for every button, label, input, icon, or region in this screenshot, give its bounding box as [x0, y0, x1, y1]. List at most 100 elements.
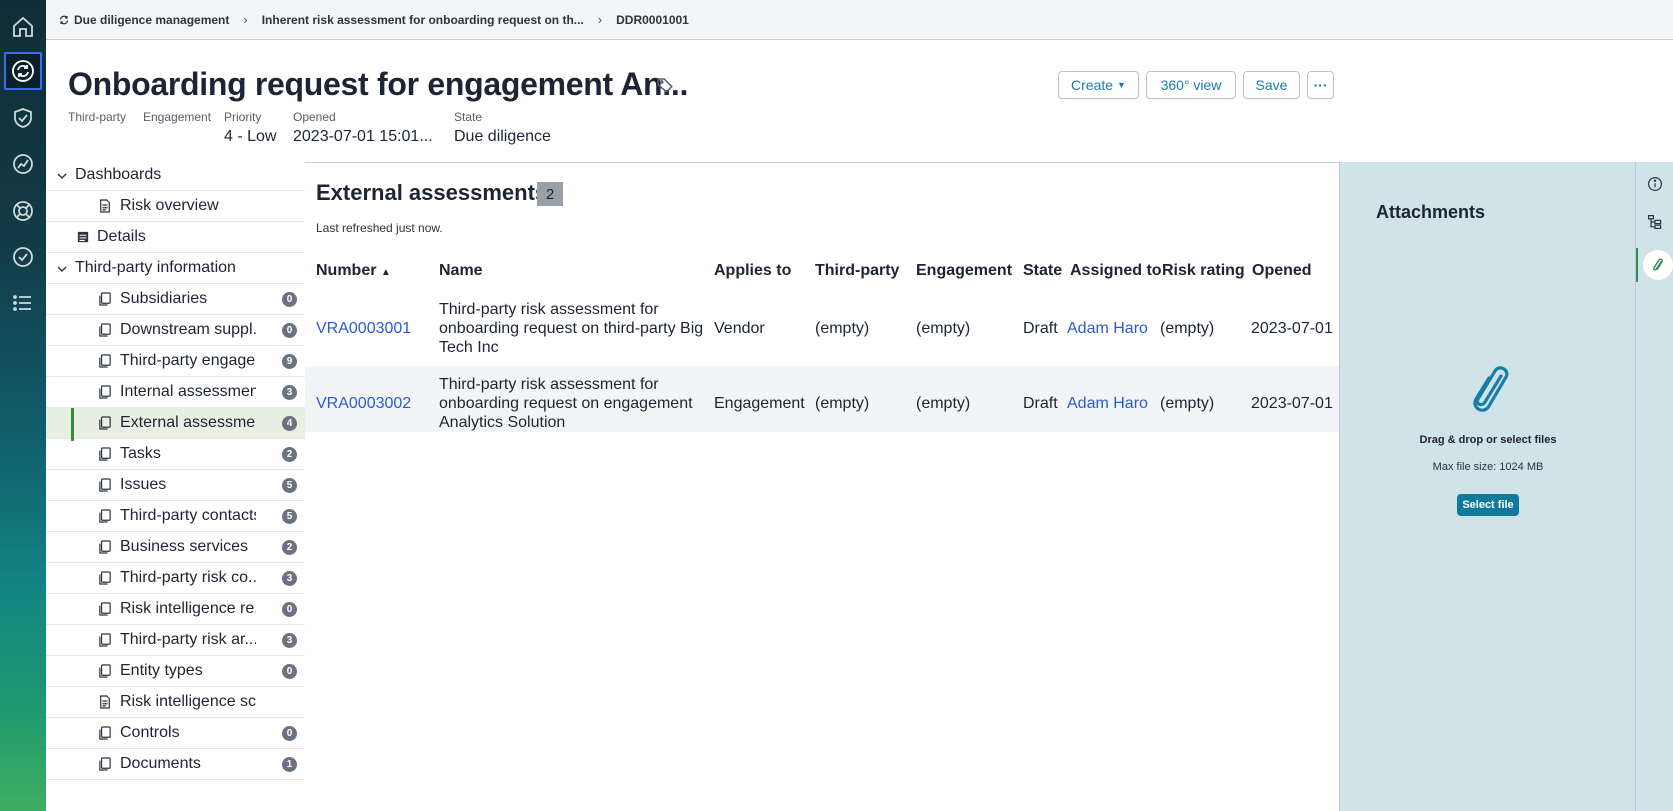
related-list-nav: Dashboards Risk overview Details Third-part… [46, 160, 305, 811]
third-party-value: (empty) [815, 320, 870, 337]
chevron-down-icon[interactable] [56, 262, 68, 274]
left-rail [0, 0, 46, 811]
tag-icon[interactable] [656, 76, 674, 94]
save-button[interactable]: Save [1243, 71, 1300, 99]
column-header-assigned-to[interactable]: Assigned to [1070, 262, 1162, 280]
engagement-value: (empty) [916, 395, 971, 412]
analytics-icon[interactable] [4, 145, 42, 183]
count-badge: 5 [282, 508, 297, 524]
column-header-third-party[interactable]: Third-party [815, 262, 899, 280]
opened-value: 2023-07-01 [1251, 320, 1333, 337]
nav-item-issues[interactable]: Issues 5 [46, 470, 305, 501]
column-header-number[interactable]: Number ▲ [316, 262, 391, 280]
column-header-applies-to[interactable]: Applies to [714, 262, 791, 280]
attachments-tab[interactable] [1636, 248, 1673, 282]
nav-item-third-party-engage[interactable]: Third-party engage... 9 [46, 346, 305, 377]
nav-item-downstream-suppl[interactable]: Downstream suppl... 0 [46, 315, 305, 346]
more-actions-button[interactable]: ··· [1307, 71, 1334, 99]
nav-item-label: Issues [120, 476, 167, 493]
drag-drop-text: Drag & drop or select files [1419, 434, 1557, 446]
applies-to-value: Engagement [714, 395, 805, 412]
count-badge: 5 [282, 477, 297, 493]
nav-item-subsidiaries[interactable]: Subsidiaries 0 [46, 284, 305, 315]
nav-item-third-party-information[interactable]: Third-party information [46, 253, 305, 284]
shield-check-icon[interactable] [4, 99, 42, 137]
nav-item-label: External assessme... [120, 414, 256, 431]
breadcrumb-item-inherent-risk[interactable]: Inherent risk assessment for onboarding … [262, 13, 584, 27]
nav-item-risk-intelligence-scores[interactable]: Risk intelligence scores [46, 687, 305, 718]
nav-item-business-services[interactable]: Business services 2 [46, 532, 305, 563]
section-count-badge: 2 [537, 182, 563, 206]
chevron-down-icon[interactable] [56, 169, 68, 181]
nav-item-label: Documents [120, 755, 201, 772]
nav-item-third-party-contacts[interactable]: Third-party contacts 5 [46, 501, 305, 532]
nav-item-risk-overview[interactable]: Risk overview [46, 191, 305, 222]
nav-item-details[interactable]: Details [46, 222, 305, 253]
list-icon[interactable] [4, 284, 42, 322]
nav-item-entity-types[interactable]: Entity types 0 [46, 656, 305, 687]
table-row[interactable]: VRA0003002 Third-party risk assessment f… [305, 366, 1339, 432]
column-header-opened[interactable]: Opened [1252, 262, 1312, 280]
record-number-link[interactable]: VRA0003002 [316, 395, 411, 413]
document-icon [99, 602, 113, 618]
nav-item-third-party-risk-co[interactable]: Third-party risk co... 3 [46, 563, 305, 594]
breadcrumb-label[interactable]: Inherent risk assessment for onboarding … [262, 13, 584, 27]
home-icon[interactable] [4, 8, 42, 46]
sync-icon [59, 15, 69, 24]
divider [305, 162, 1339, 163]
count-badge: 2 [282, 446, 297, 462]
select-file-button[interactable]: Select file [1457, 494, 1519, 516]
nav-item-label: Risk intelligence scores [120, 693, 256, 710]
check-circle-icon[interactable] [4, 238, 42, 276]
document-icon [99, 447, 113, 463]
nav-item-controls[interactable]: Controls 0 [46, 718, 305, 749]
document-icon [99, 571, 113, 587]
nav-item-documents[interactable]: Documents 1 [46, 749, 305, 780]
nav-item-label: Internal assessments [120, 383, 256, 400]
risk-rating-value: (empty) [1160, 395, 1215, 412]
state-value: Draft [1023, 320, 1058, 337]
nav-item-internal-assessments[interactable]: Internal assessments 3 [46, 377, 305, 408]
document-icon [99, 416, 113, 432]
document-icon [99, 726, 113, 742]
count-badge: 1 [282, 756, 297, 772]
hierarchy-icon[interactable] [1645, 212, 1665, 232]
support-icon[interactable] [4, 192, 42, 230]
engagement-value: (empty) [916, 320, 971, 337]
breadcrumb-item-due-diligence[interactable]: Due diligence management [58, 13, 229, 27]
column-header-name[interactable]: Name [439, 262, 483, 280]
assigned-to-link[interactable]: Adam Haro [1067, 395, 1148, 413]
create-button[interactable]: Create ▼ [1058, 71, 1139, 99]
nav-item-label: Risk overview [120, 197, 219, 214]
meta-label-engagement: Engagement [143, 110, 212, 124]
count-badge: 9 [282, 353, 297, 369]
nav-item-label: Downstream suppl... [120, 321, 256, 338]
document-icon [99, 633, 113, 649]
record-number-link[interactable]: VRA0003001 [316, 320, 411, 338]
view-360-button[interactable]: 360° view [1146, 71, 1236, 99]
breadcrumb-label[interactable]: Due diligence management [74, 13, 229, 27]
nav-item-dashboards[interactable]: Dashboards [46, 160, 305, 191]
column-header-state[interactable]: State [1023, 262, 1062, 280]
applies-to-value: Vendor [714, 320, 765, 337]
nav-item-third-party-risk-ar[interactable]: Third-party risk ar... 3 [46, 625, 305, 656]
attachments-title: Attachments [1376, 202, 1486, 222]
table-row[interactable]: VRA0003001 Third-party risk assessment f… [305, 292, 1339, 366]
attachments-panel: Attachments Drag & drop or select files … [1339, 162, 1635, 811]
column-header-risk-rating[interactable]: Risk rating [1162, 262, 1245, 280]
count-badge: 3 [282, 632, 297, 648]
page-icon [99, 695, 113, 711]
record-name: Third-party risk assessment for onboardi… [439, 301, 704, 356]
nav-item-risk-intelligence-re[interactable]: Risk intelligence re... 0 [46, 594, 305, 625]
nav-item-external-assessme[interactable]: External assessme... 4 [46, 408, 305, 441]
refreshed-text: Last refreshed just now. [316, 221, 443, 235]
column-header-engagement[interactable]: Engagement [916, 262, 1012, 280]
assigned-to-link[interactable]: Adam Haro [1067, 320, 1148, 338]
section-title: External assessments [316, 180, 548, 205]
document-icon [99, 757, 113, 773]
page-icon [99, 199, 113, 215]
sync-icon[interactable] [4, 52, 42, 90]
create-label: Create [1071, 77, 1114, 93]
info-icon[interactable] [1645, 174, 1665, 194]
nav-item-tasks[interactable]: Tasks 2 [46, 439, 305, 470]
